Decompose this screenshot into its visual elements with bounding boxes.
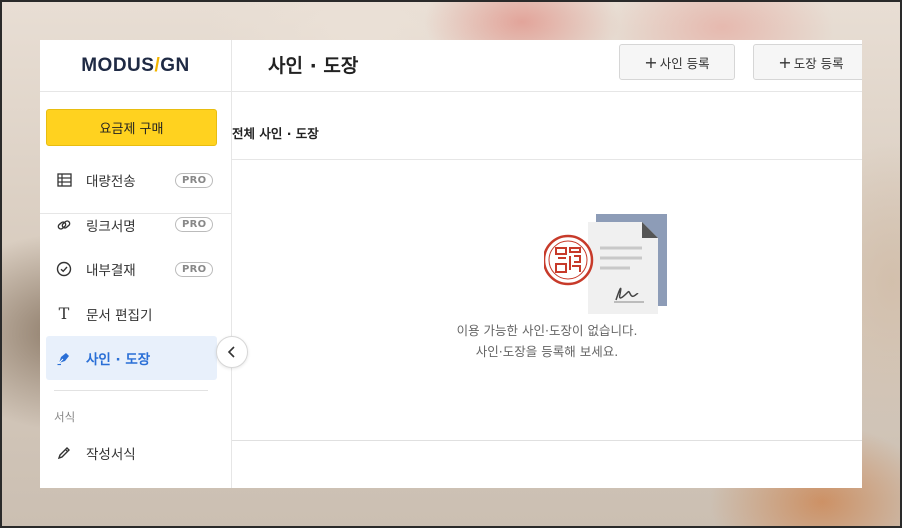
- empty-state-illustration: [542, 214, 674, 314]
- pro-badge: PRO: [175, 261, 214, 277]
- plus-icon: +: [644, 52, 658, 72]
- sidebar-section-label: 서식: [54, 410, 76, 424]
- pro-badge: PRO: [175, 217, 214, 233]
- document-stamp-icon: [542, 214, 667, 314]
- add-stamp-button[interactable]: + 도장 등록: [753, 44, 862, 80]
- sidebar-item-label: 대량전송: [86, 174, 136, 191]
- pencil-icon: [56, 445, 72, 461]
- check-circle-icon: [56, 261, 72, 277]
- plus-icon: +: [778, 52, 792, 72]
- sidebar-item-label: 작성서식: [86, 447, 136, 463]
- add-sign-label: 사인 등록: [659, 55, 710, 71]
- sidebar-item-doc-editor[interactable]: T 문서 편집기: [40, 292, 232, 337]
- sidebar-item-link-sign[interactable]: 링크서명 PRO: [40, 203, 232, 248]
- table-icon: [56, 172, 72, 188]
- link-icon: [56, 217, 72, 233]
- add-stamp-label: 도장 등록: [793, 55, 844, 71]
- sidebar-item-label: 내부결재: [86, 263, 136, 280]
- empty-state-line-1: 이용 가능한 사인·도장이 없습니다.: [456, 323, 638, 338]
- sidebar-item-sign-stamp[interactable]: 사인 · 도장: [46, 336, 217, 380]
- pen-nib-icon: [56, 350, 72, 366]
- sidebar-item-label: 사인 · 도장: [86, 352, 151, 368]
- chevron-left-icon: [227, 343, 237, 362]
- sidebar-menu: 대량전송 PRO 링크서명 PRO 내부결재 PRO T 문서 편집기 사인 ·…: [40, 158, 232, 473]
- sidebar-item-label: 문서 편집기: [86, 307, 153, 324]
- add-sign-button[interactable]: + 사인 등록: [619, 44, 735, 80]
- logo-text-main: MODUS: [81, 54, 155, 76]
- text-icon: T: [58, 304, 70, 324]
- sidebar-item-label: 링크서명: [86, 218, 136, 235]
- sidebar-item-bulk-send[interactable]: 대량전송 PRO: [40, 158, 232, 203]
- app-window: MODUS / GN 요금제 구매 대량전송 PRO 링크서명 PRO 내부결재…: [40, 40, 862, 488]
- pro-badge: PRO: [175, 172, 214, 188]
- page-title: 사인 · 도장: [268, 55, 359, 77]
- sidebar-item-internal-approval[interactable]: 내부결재 PRO: [40, 247, 232, 292]
- logo-text-end: GN: [160, 54, 190, 76]
- main-content: 사인 · 도장 + 사인 등록 + 도장 등록 전체 사인 · 도장 이용 가능…: [232, 40, 862, 488]
- logo[interactable]: MODUS / GN: [40, 40, 231, 92]
- list-title: 전체 사인 · 도장: [232, 126, 319, 141]
- sidebar-item-templates[interactable]: 작성서식: [40, 433, 232, 473]
- empty-state-area: 이용 가능한 사인·도장이 없습니다. 사인·도장을 등록해 보세요.: [232, 160, 862, 441]
- collapse-sidebar-button[interactable]: [216, 336, 248, 368]
- sidebar: MODUS / GN 요금제 구매 대량전송 PRO 링크서명 PRO 내부결재…: [40, 40, 232, 488]
- page-header: 사인 · 도장 + 사인 등록 + 도장 등록: [232, 40, 862, 92]
- list-subheader: 전체 사인 · 도장: [232, 92, 862, 160]
- buy-plan-button[interactable]: 요금제 구매: [46, 109, 217, 146]
- empty-state-line-2: 사인·도장을 등록해 보세요.: [475, 344, 619, 359]
